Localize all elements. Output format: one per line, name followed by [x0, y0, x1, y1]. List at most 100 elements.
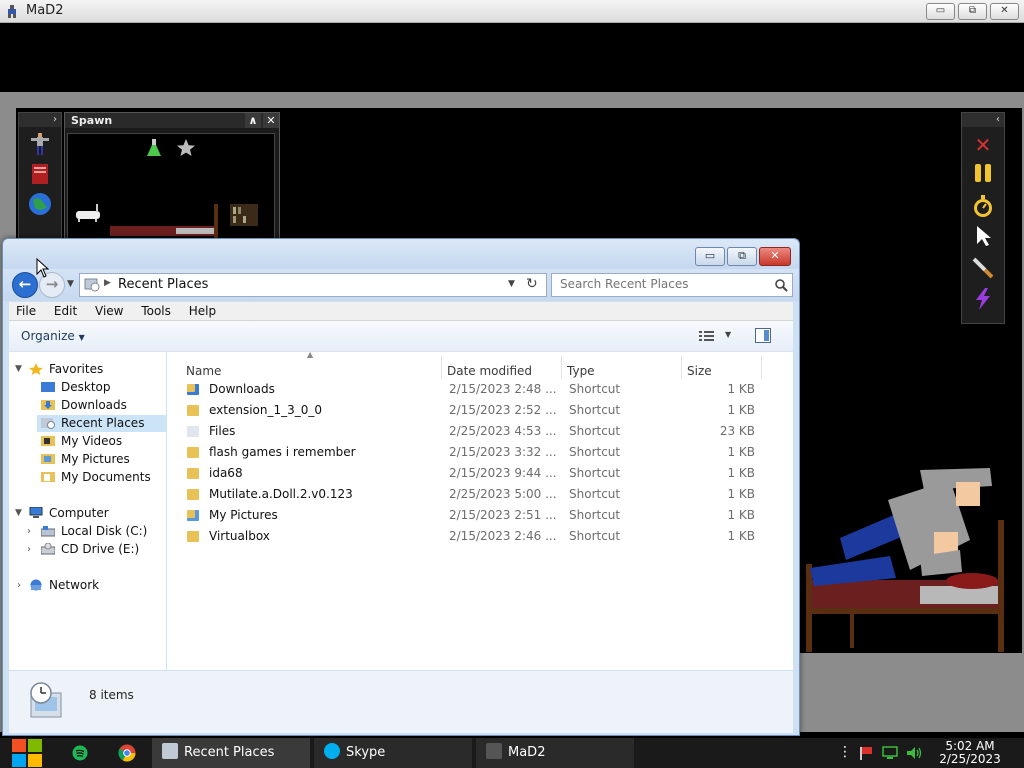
computer-expand-icon[interactable]: ▼ — [15, 505, 22, 522]
file-size: 1 KB — [727, 529, 755, 543]
app-maximize-button[interactable]: ⧉ — [958, 3, 987, 20]
history-dropdown-icon[interactable]: ▼ — [67, 279, 74, 289]
file-row[interactable]: extension_1_3_0_0 2/15/2023 2:52 ... Short… — [183, 401, 763, 422]
clock[interactable]: 5:02 AM 2/25/2023 — [930, 740, 1010, 766]
file-row[interactable]: My Pictures 2/15/2023 2:51 ... Shortcut 1 K… — [183, 506, 763, 527]
recent-places-icon — [84, 278, 100, 292]
app-close-button[interactable]: ✕ — [990, 3, 1019, 20]
view-list-icon[interactable] — [699, 330, 715, 342]
hard-drive-icon — [41, 526, 55, 537]
file-row[interactable]: Mutilate.a.Doll.2.v0.123 2/25/2023 5:00 .… — [183, 485, 763, 506]
chrome-icon[interactable] — [118, 744, 136, 762]
column-header-size[interactable]: Size — [687, 364, 712, 378]
search-box[interactable] — [551, 273, 793, 297]
refresh-icon[interactable]: ↻ — [526, 276, 538, 292]
menu-help[interactable]: Help — [182, 302, 223, 318]
nav-local-disk[interactable]: Local Disk (C:) — [41, 523, 147, 540]
knife-icon[interactable] — [968, 256, 998, 282]
spawn-collapse-button[interactable]: ∧ — [245, 113, 261, 128]
nav-network[interactable]: Network — [29, 577, 99, 594]
flask-spawn-icon[interactable] — [146, 138, 162, 158]
organize-button[interactable]: Organize ▼ — [21, 329, 85, 343]
bookshelf-spawn-icon[interactable] — [230, 204, 258, 226]
favorites-expand-icon[interactable]: ▼ — [15, 361, 22, 378]
search-input[interactable] — [558, 276, 762, 292]
search-icon[interactable] — [774, 278, 788, 292]
view-dropdown-icon[interactable]: ▼ — [725, 330, 731, 339]
file-date: 2/15/2023 2:46 ... — [449, 529, 557, 543]
task-skype[interactable]: Skype — [314, 738, 472, 768]
nav-cd-drive[interactable]: CD Drive (E:) — [41, 541, 139, 558]
delete-x-icon[interactable]: ✕ — [968, 132, 998, 158]
ragdoll-bed-scene[interactable] — [800, 460, 1024, 655]
cd-drive-expand-icon[interactable]: › — [27, 541, 31, 558]
file-type: Shortcut — [569, 508, 621, 522]
game-floor — [800, 653, 1024, 668]
explorer-minimize-button[interactable]: ▭ — [695, 247, 725, 266]
left-toolbar-toggle[interactable]: › — [19, 113, 61, 127]
file-row[interactable]: Downloads 2/15/2023 2:48 ... Shortcut 1 KB — [183, 380, 763, 401]
preview-pane-icon[interactable] — [755, 328, 771, 343]
recent-places-large-icon — [30, 682, 62, 718]
address-bar[interactable]: ▶ Recent Places ▼ ↻ — [79, 273, 547, 297]
nav-desktop[interactable]: Desktop — [41, 379, 111, 396]
nav-my-pictures[interactable]: My Pictures — [41, 451, 130, 468]
nav-downloads[interactable]: Downloads — [41, 397, 127, 414]
file-size: 23 KB — [719, 424, 755, 438]
flag-icon[interactable] — [858, 746, 874, 760]
file-row[interactable]: Files 2/25/2023 4:53 ... Shortcut 23 KB — [183, 422, 763, 443]
spawn-close-button[interactable]: ✕ — [263, 113, 279, 128]
stopwatch-icon[interactable] — [968, 194, 998, 220]
spotify-icon[interactable] — [72, 745, 88, 761]
network-expand-icon[interactable]: › — [17, 577, 21, 594]
back-arrow-icon[interactable]: ← — [12, 272, 38, 298]
column-divider[interactable] — [761, 356, 762, 378]
explorer-maximize-button[interactable]: ⧉ — [727, 247, 757, 266]
address-dropdown-icon[interactable]: ▼ — [508, 279, 515, 289]
menu-file[interactable]: File — [9, 302, 43, 318]
menu-view[interactable]: View — [88, 302, 130, 318]
menu-edit[interactable]: Edit — [47, 302, 84, 318]
explorer-close-button[interactable]: ✕ — [759, 247, 791, 266]
nav-recent-places[interactable]: Recent Places — [37, 415, 169, 432]
lightning-icon[interactable] — [968, 287, 998, 313]
menu-tools[interactable]: Tools — [134, 302, 178, 318]
right-toolbar-toggle[interactable]: ‹ — [962, 113, 1004, 127]
globe-tool-icon[interactable] — [27, 191, 53, 217]
app-minimize-button[interactable]: ▭ — [926, 3, 955, 20]
recent-places-icon — [162, 743, 178, 759]
column-divider[interactable] — [441, 356, 442, 378]
downloads-folder-icon — [41, 400, 55, 410]
bathtub-spawn-icon[interactable] — [74, 202, 102, 224]
bed-spawn-icon[interactable] — [110, 200, 218, 238]
column-header-date[interactable]: Date modified — [447, 364, 532, 378]
file-row[interactable]: Virtualbox 2/15/2023 2:46 ... Shortcut 1 KB — [183, 527, 763, 548]
column-header-type[interactable]: Type — [567, 364, 595, 378]
local-disk-expand-icon[interactable]: › — [27, 523, 31, 540]
cursor-arrow-icon[interactable] — [968, 225, 998, 251]
file-icon — [187, 426, 199, 437]
book-tool-icon[interactable] — [27, 161, 53, 187]
file-row[interactable]: ida68 2/15/2023 9:44 ... Shortcut 1 KB — [183, 464, 763, 485]
nav-my-videos[interactable]: My Videos — [41, 433, 122, 450]
sort-ascending-icon: ▲ — [307, 350, 314, 359]
task-mad2[interactable]: MaD2 — [476, 738, 634, 768]
nav-my-documents[interactable]: My Documents — [41, 469, 151, 486]
pause-icon[interactable] — [968, 163, 998, 189]
file-name: Downloads — [209, 382, 275, 396]
recent-places-icon — [41, 418, 55, 429]
ragdoll-tool-icon[interactable] — [27, 131, 53, 157]
column-header-name[interactable]: Name — [186, 364, 221, 378]
file-name: My Pictures — [209, 508, 278, 522]
column-divider[interactable] — [681, 356, 682, 378]
start-windows-icon[interactable] — [10, 738, 44, 768]
file-row[interactable]: flash games i remember 2/15/2023 3:32 ...… — [183, 443, 763, 464]
overflow-icon[interactable]: ⋮ — [838, 744, 852, 760]
volume-icon[interactable] — [906, 746, 924, 760]
nav-computer[interactable]: Computer — [29, 505, 109, 522]
task-recent-places[interactable]: Recent Places — [152, 738, 310, 768]
column-divider[interactable] — [561, 356, 562, 378]
star-spawn-icon[interactable] — [176, 138, 196, 158]
network-tray-icon[interactable] — [882, 746, 898, 760]
nav-favorites[interactable]: Favorites — [29, 361, 103, 378]
